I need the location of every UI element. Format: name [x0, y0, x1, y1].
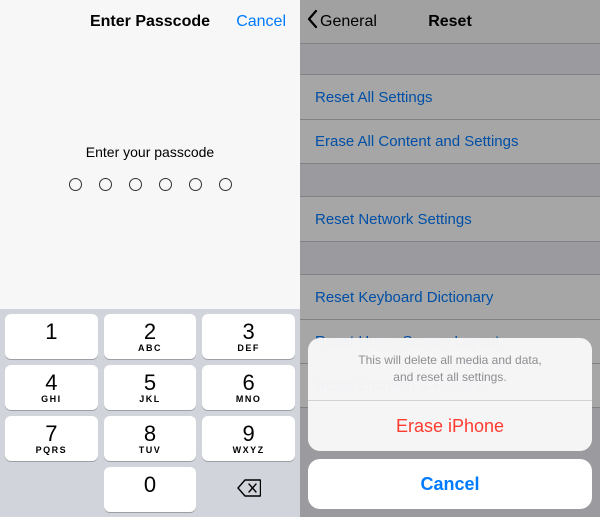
key-6[interactable]: 6 MNO	[202, 365, 295, 410]
key-2[interactable]: 2 ABC	[104, 314, 197, 359]
key-sublabel: PQRS	[36, 446, 68, 455]
passcode-dot	[69, 178, 82, 191]
key-0[interactable]: 0	[104, 467, 197, 512]
key-9[interactable]: 9 WXYZ	[202, 416, 295, 461]
action-sheet-panel: This will delete all media and data, and…	[308, 338, 592, 451]
key-label: 4	[45, 372, 57, 394]
passcode-dot	[219, 178, 232, 191]
passcode-screen: Enter Passcode Cancel Enter your passcod…	[0, 0, 300, 517]
passcode-nav: Enter Passcode Cancel	[0, 0, 300, 44]
key-backspace[interactable]	[202, 467, 295, 512]
numeric-keypad: 1 2 ABC 3 DEF 4 GHI 5 JKL 6 MNO 7 PQRS 8	[0, 309, 300, 517]
key-sublabel: MNO	[236, 395, 262, 404]
key-label: 7	[45, 423, 57, 445]
message-line: This will delete all media and data,	[328, 352, 572, 369]
key-label: 1	[45, 321, 57, 343]
key-sublabel	[49, 344, 53, 353]
key-sublabel	[148, 497, 152, 506]
key-1[interactable]: 1	[5, 314, 98, 359]
key-8[interactable]: 8 TUV	[104, 416, 197, 461]
key-sublabel: GHI	[41, 395, 62, 404]
key-5[interactable]: 5 JKL	[104, 365, 197, 410]
key-4[interactable]: 4 GHI	[5, 365, 98, 410]
passcode-dot	[99, 178, 112, 191]
key-sublabel: WXYZ	[233, 446, 265, 455]
key-sublabel: DEF	[237, 344, 260, 353]
key-label: 9	[243, 423, 255, 445]
passcode-dots	[69, 178, 232, 191]
message-line: and reset all settings.	[328, 369, 572, 386]
passcode-dot	[129, 178, 142, 191]
backspace-icon	[237, 479, 261, 501]
reset-screen: General Reset Reset All Settings Erase A…	[300, 0, 600, 517]
erase-iphone-button[interactable]: Erase iPhone	[308, 401, 592, 451]
key-label: 0	[144, 474, 156, 496]
key-label: 5	[144, 372, 156, 394]
key-label: 2	[144, 321, 156, 343]
passcode-dot	[159, 178, 172, 191]
key-label: 3	[243, 321, 255, 343]
passcode-cancel-button[interactable]: Cancel	[236, 13, 286, 31]
passcode-prompt: Enter your passcode	[86, 144, 214, 160]
action-sheet-message: This will delete all media and data, and…	[308, 338, 592, 401]
passcode-dot	[189, 178, 202, 191]
passcode-prompt-area: Enter your passcode	[0, 44, 300, 191]
key-3[interactable]: 3 DEF	[202, 314, 295, 359]
key-sublabel: JKL	[139, 395, 161, 404]
key-label: 6	[243, 372, 255, 394]
passcode-title: Enter Passcode	[90, 13, 210, 31]
key-label: 8	[144, 423, 156, 445]
key-blank	[5, 467, 98, 512]
key-sublabel: ABC	[138, 344, 162, 353]
key-sublabel: TUV	[139, 446, 162, 455]
action-sheet-cancel-button[interactable]: Cancel	[308, 459, 592, 509]
action-sheet: This will delete all media and data, and…	[308, 338, 592, 509]
key-7[interactable]: 7 PQRS	[5, 416, 98, 461]
